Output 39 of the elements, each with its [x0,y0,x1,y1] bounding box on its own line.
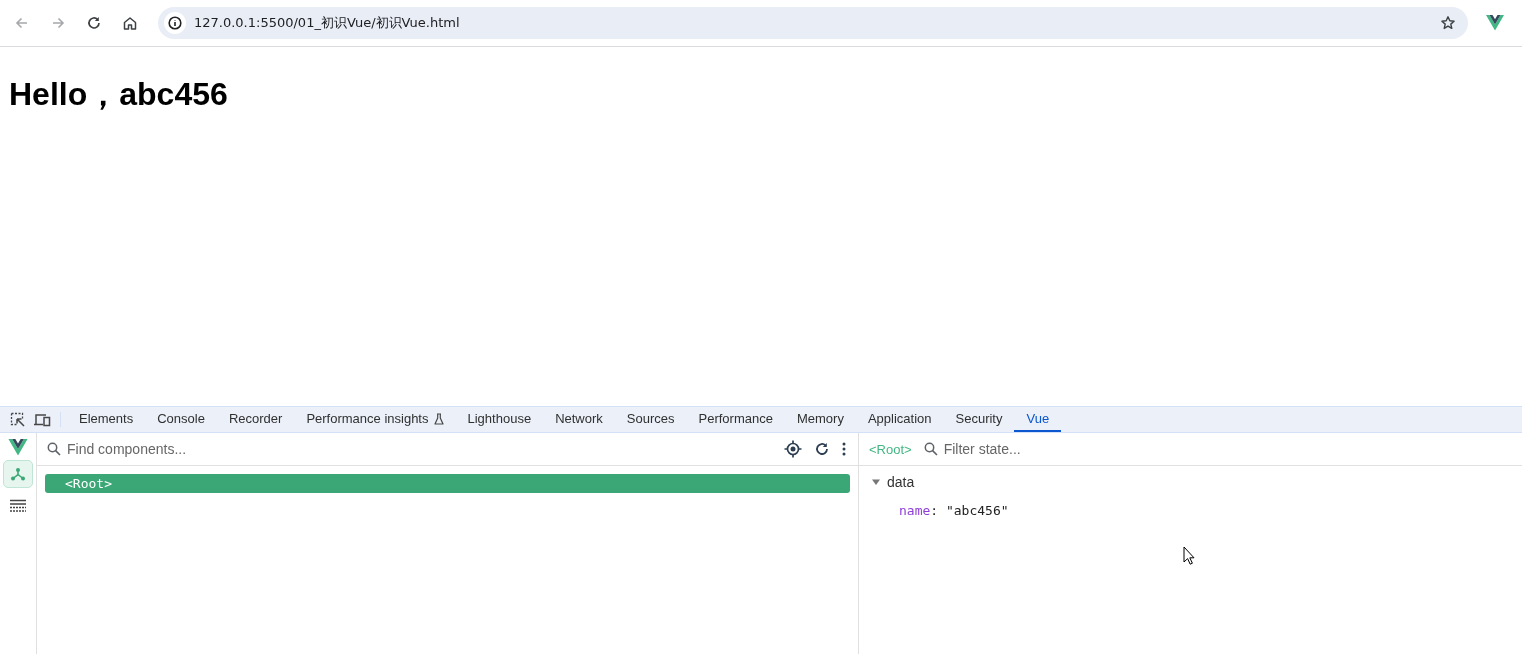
component-search-field[interactable]: Find components... [67,441,778,457]
inspect-element-icon[interactable] [10,411,26,428]
devtools-tab[interactable]: Vue [1014,407,1062,432]
state-entry: name: "abc456" [899,503,1010,518]
devtools-tab[interactable]: Network [543,407,615,432]
address-bar[interactable]: 127.0.0.1:5500/01_初识Vue/初识Vue.html [158,7,1468,39]
reload-icon [86,15,102,31]
devtools-tab[interactable]: Performance [686,407,785,432]
mouse-cursor-icon [1183,546,1195,565]
home-icon [122,15,138,31]
search-icon [47,442,61,456]
component-tree-icon [10,466,26,482]
page-heading: Hello，abc456 [9,75,228,114]
state-section-title: data [887,474,915,490]
vue-logo-icon [8,439,28,456]
devtools-tab[interactable]: Elements [67,407,146,432]
target-icon[interactable] [784,440,802,458]
devtools-tab[interactable]: Console [145,407,217,432]
url-text: 127.0.0.1:5500/01_初识Vue/初识Vue.html [194,14,461,32]
triangle-icon[interactable] [871,477,881,487]
devtools-tab[interactable]: Memory [784,407,856,432]
more-options-icon[interactable] [842,442,846,456]
timeline-icon [10,499,26,513]
flask-icon [433,412,444,425]
devtools-tab[interactable]: Performance insights [294,407,456,432]
devtools-tab[interactable]: Security [943,407,1015,432]
forward-icon [50,15,66,31]
device-toggle-icon[interactable] [33,412,51,427]
devtools-tab[interactable]: Sources [614,407,687,432]
search-icon [923,442,938,456]
devtools-tab[interactable]: Lighthouse [455,407,544,432]
refresh-icon[interactable] [814,441,830,457]
back-icon [14,15,30,31]
state-filter-field[interactable]: Filter state... [943,441,1512,457]
vue-logo-icon[interactable] [1486,15,1504,31]
devtools-tab[interactable]: Recorder [216,407,295,432]
info-icon [168,16,182,30]
star-icon[interactable] [1440,15,1456,31]
devtools-tab[interactable]: Application [855,407,944,432]
